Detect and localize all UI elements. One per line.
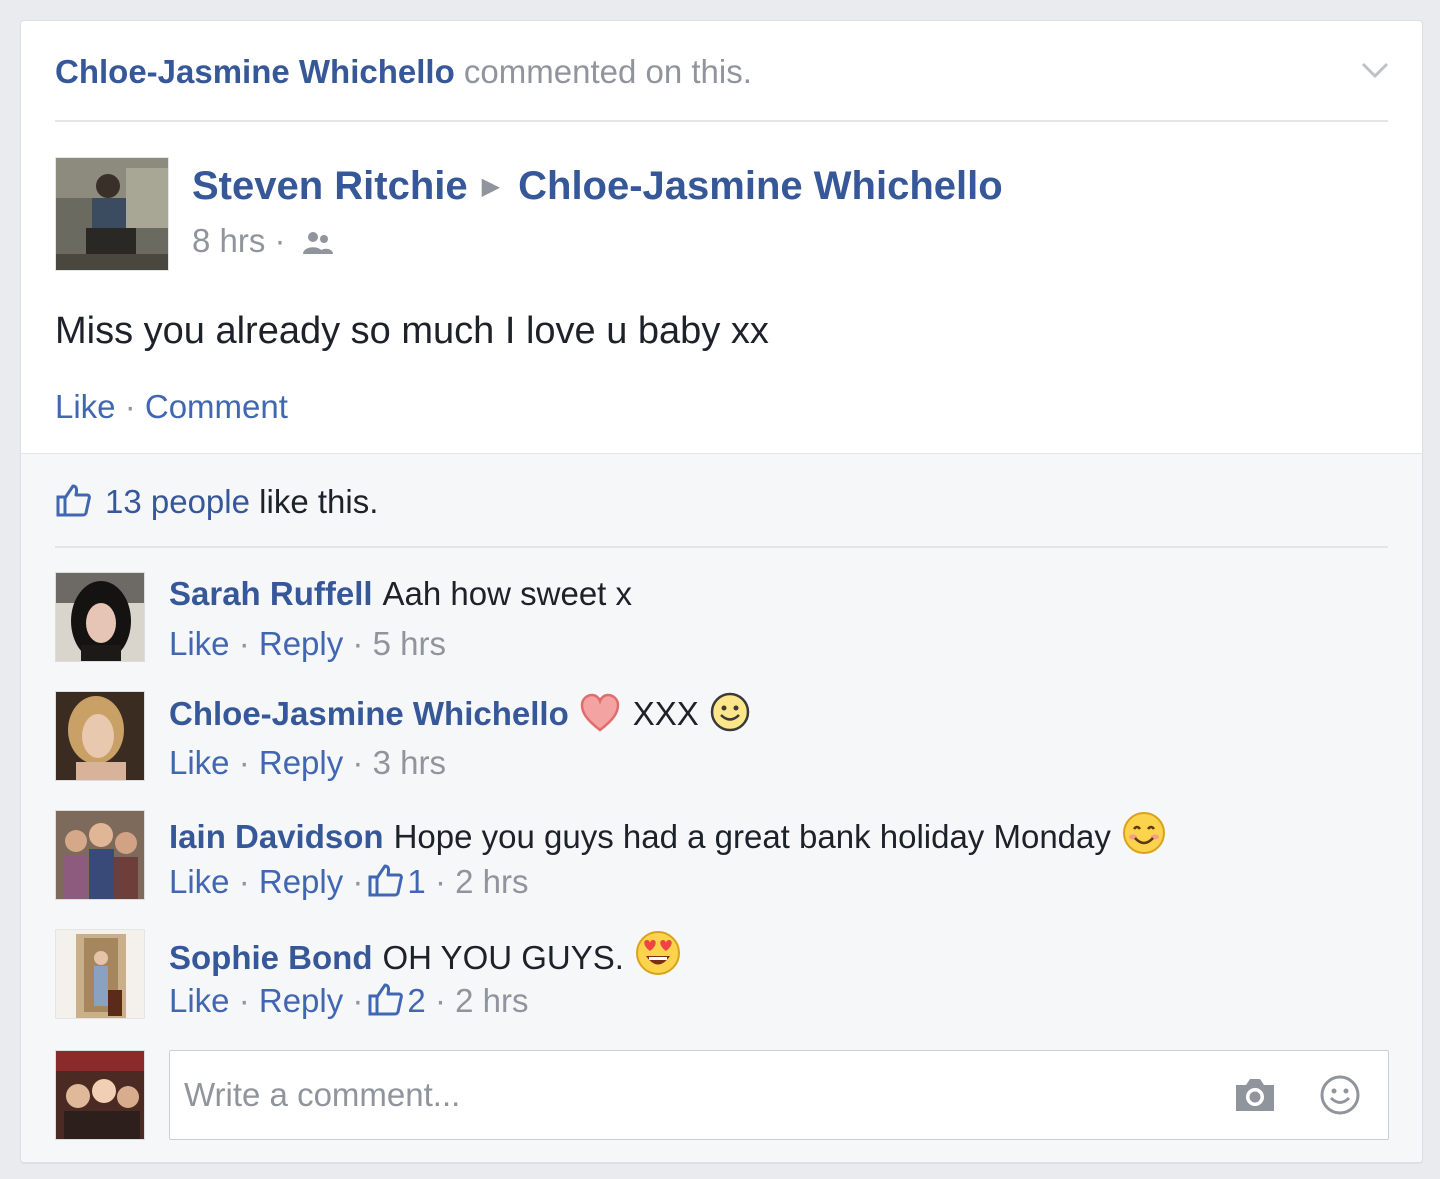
comment-timestamp[interactable]: 5 hrs — [373, 625, 446, 662]
comment-likes-count[interactable]: 2 — [407, 982, 425, 1019]
comment-text: OH YOU GUYS. — [382, 939, 624, 976]
comment-like-link[interactable]: Like — [169, 744, 230, 781]
comment-author-link[interactable]: Iain Davidson — [169, 818, 384, 855]
comment-likes-thumb-icon[interactable] — [367, 982, 404, 1016]
camera-icon[interactable] — [1232, 1075, 1278, 1115]
likes-divider — [55, 546, 1388, 548]
commenter-avatar[interactable] — [55, 810, 145, 900]
likes-suffix: like this. — [249, 483, 379, 520]
comment-item: Iain Davidson Hope you guys had a great b… — [55, 810, 1385, 906]
friends-audience-icon[interactable] — [301, 230, 335, 256]
header-divider — [55, 120, 1388, 122]
feed-story-card: Chloe-Jasmine Whichello commented on thi… — [20, 20, 1423, 1163]
comment-item: Chloe-Jasmine Whichello XXX Like · Reply… — [55, 691, 1385, 787]
comment-author-link[interactable]: Sarah Ruffell — [169, 575, 373, 612]
story-action-text: commented on this. — [454, 53, 752, 90]
comment-like-link[interactable]: Like — [169, 625, 230, 662]
comment-author-link[interactable]: Sophie Bond — [169, 939, 372, 976]
comment-reply-link[interactable]: Reply — [259, 625, 343, 662]
comment-item: Sarah Ruffell Aah how sweet x Like · Repl… — [55, 572, 1385, 668]
comment-reply-link[interactable]: Reply — [259, 982, 343, 1019]
comment-actions: Like · Reply · 2 · 2 hrs — [169, 982, 529, 1019]
action-separator: · — [115, 388, 145, 425]
commenter-avatar[interactable] — [55, 929, 145, 1019]
comment-timestamp[interactable]: 2 hrs — [455, 982, 528, 1019]
chevron-down-icon[interactable] — [1358, 55, 1392, 85]
comment-actions: Like · Reply · 1 · 2 hrs — [169, 863, 529, 900]
comment-timestamp[interactable]: 3 hrs — [373, 744, 446, 781]
heart-eyes-icon — [635, 931, 680, 975]
post-header-names: Steven Ritchie ▶ Chloe-Jasmine Whichello — [192, 161, 1003, 211]
likes-count-link[interactable]: 13 people — [105, 483, 250, 520]
comment-like-link[interactable]: Like — [169, 982, 230, 1019]
meta-separator: · — [265, 222, 295, 259]
comment-body: Sarah Ruffell Aah how sweet x — [169, 572, 632, 616]
comment-author-link[interactable]: Chloe-Jasmine Whichello — [169, 695, 569, 732]
post-author-avatar[interactable] — [55, 157, 169, 271]
comment-timestamp[interactable]: 2 hrs — [455, 863, 528, 900]
comment-item: Sophie Bond OH YOU GUYS. Like · Reply · 2… — [55, 929, 1385, 1025]
comment-actions: Like · Reply · 3 hrs — [169, 744, 446, 781]
smile-icon — [710, 692, 750, 732]
current-user-avatar[interactable] — [55, 1050, 145, 1140]
commenter-avatar[interactable] — [55, 572, 145, 662]
comment-reply-link[interactable]: Reply — [259, 744, 343, 781]
comment-text: Aah how sweet x — [382, 575, 633, 612]
story-actor-link[interactable]: Chloe-Jasmine Whichello — [55, 53, 455, 90]
likes-summary: 13 people like this. — [55, 478, 378, 526]
heart-icon — [580, 693, 620, 732]
thumbs-up-icon — [56, 484, 91, 517]
post-actions: Like · Comment — [55, 383, 288, 431]
post-target-link[interactable]: Chloe-Jasmine Whichello — [518, 164, 1003, 208]
post-like-link[interactable]: Like — [55, 388, 116, 425]
comment-body: Iain Davidson Hope you guys had a great b… — [169, 810, 1167, 855]
post-timestamp[interactable]: 8 hrs — [192, 222, 265, 259]
post-author-link[interactable]: Steven Ritchie — [192, 164, 468, 208]
commenter-avatar[interactable] — [55, 691, 145, 781]
comments-section: 13 people like this. Sarah Ruffell Aah ho… — [21, 453, 1422, 1162]
blush-smile-icon — [1122, 812, 1165, 854]
emoji-icon[interactable] — [1318, 1073, 1362, 1117]
play-arrow-icon: ▶ — [481, 173, 501, 200]
comment-text: Hope you guys had a great bank holiday M… — [393, 818, 1111, 855]
comment-actions: Like · Reply · 5 hrs — [169, 625, 446, 662]
comment-composer — [169, 1050, 1389, 1140]
post-comment-link[interactable]: Comment — [145, 388, 288, 425]
comment-reply-link[interactable]: Reply — [259, 863, 343, 900]
comment-text: XXX — [632, 695, 699, 732]
story-header: Chloe-Jasmine Whichello commented on thi… — [55, 49, 1355, 95]
comment-input[interactable] — [184, 1071, 1184, 1119]
comment-likes-thumb-icon[interactable] — [367, 863, 404, 897]
comment-likes-count[interactable]: 1 — [407, 863, 425, 900]
post-meta: 8 hrs · — [192, 219, 335, 263]
comment-like-link[interactable]: Like — [169, 863, 230, 900]
post-message: Miss you already so much I love u baby x… — [55, 310, 769, 352]
comment-body: Chloe-Jasmine Whichello XXX — [169, 691, 751, 735]
comment-body: Sophie Bond OH YOU GUYS. — [169, 929, 682, 976]
